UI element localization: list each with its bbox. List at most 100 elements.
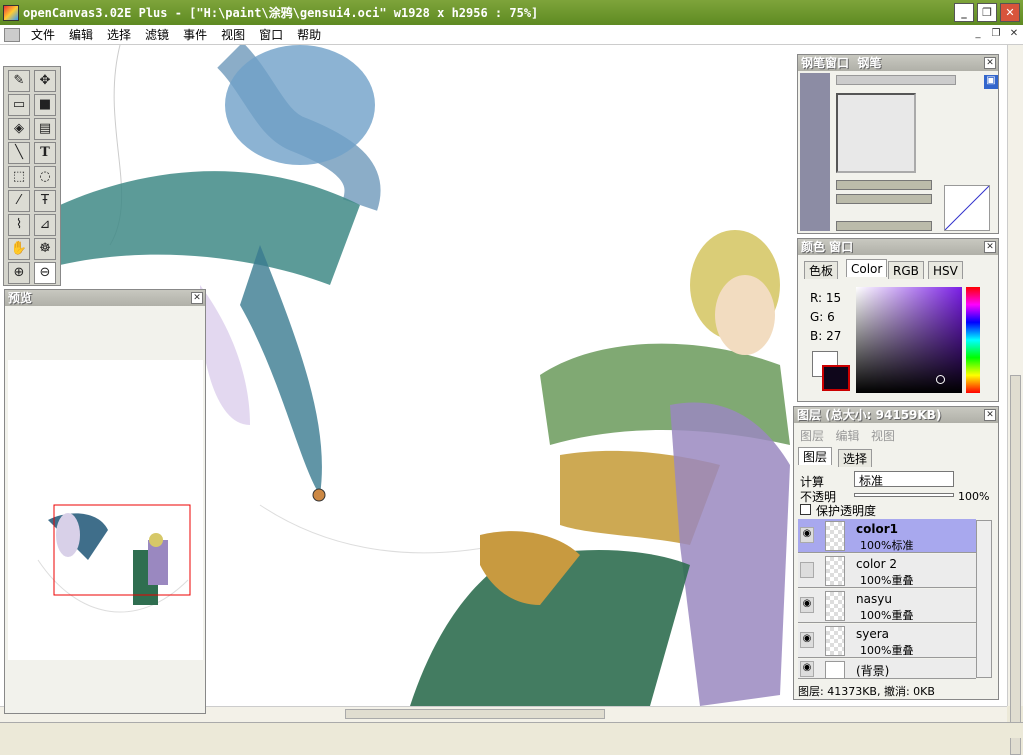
layer-name: (背景) <box>856 664 890 678</box>
rotate-hand-icon[interactable]: ☸ <box>34 238 56 260</box>
doc-minimize-button[interactable]: _ <box>970 27 986 42</box>
layer-row[interactable]: ◉ nasyu 100%重叠 <box>798 589 976 623</box>
close-button[interactable]: ✕ <box>1000 3 1020 22</box>
layers-menu-view[interactable]: 视图 <box>871 429 895 443</box>
maximize-button[interactable]: ❐ <box>977 3 997 22</box>
r-label: R: <box>810 291 823 305</box>
b-label: B: <box>810 329 823 343</box>
menu-view[interactable]: 视图 <box>214 26 252 43</box>
eye-icon[interactable]: ◉ <box>800 527 814 543</box>
eyedropper-icon[interactable]: ⌇ <box>8 214 30 236</box>
pen-subtitle: 钢笔 <box>857 56 882 70</box>
zoom-in-icon[interactable]: ⊕ <box>8 262 30 284</box>
layer-row[interactable]: ◉ (背景) <box>798 659 976 679</box>
doc-restore-button[interactable]: ❐ <box>988 27 1004 42</box>
line-tool-icon[interactable]: ╲ <box>8 142 30 164</box>
protect-transparency-checkbox[interactable] <box>800 504 811 515</box>
layers-scrollbar[interactable] <box>976 520 992 678</box>
menu-filter[interactable]: 滤镜 <box>138 26 176 43</box>
tab-color[interactable]: Color <box>846 259 888 277</box>
text-tool-icon[interactable]: T <box>34 142 56 164</box>
layer-mode: 100%标准 <box>860 539 914 552</box>
preview-image[interactable] <box>8 360 203 660</box>
crop-tool-icon[interactable]: ⊿ <box>34 214 56 236</box>
eye-hidden-icon[interactable] <box>800 562 814 578</box>
tab-rgb[interactable]: RGB <box>888 261 924 279</box>
hue-slider[interactable] <box>966 287 980 393</box>
layer-row[interactable]: ◉ syera 100%重叠 <box>798 624 976 658</box>
hand-tool-icon[interactable]: ✋ <box>8 238 30 260</box>
opacity-slider[interactable] <box>854 493 954 497</box>
layer-row[interactable]: color 2 100%重叠 <box>798 554 976 588</box>
pen-slider-1[interactable] <box>836 180 932 190</box>
zoom-out-icon[interactable]: ⊖ <box>34 262 56 284</box>
menu-window[interactable]: 窗口 <box>252 26 290 43</box>
foreground-color-swatch[interactable] <box>822 365 850 391</box>
color-panel: 颜色 窗口 ✕ 色板 Color RGB HSV R: 15 G: 6 B: 27 <box>797 238 999 402</box>
pen-slider-3[interactable] <box>836 221 932 231</box>
rect-tool-icon[interactable]: ▭ <box>8 94 30 116</box>
eye-icon[interactable]: ◉ <box>800 632 814 648</box>
menu-select[interactable]: 选择 <box>100 26 138 43</box>
eye-icon[interactable]: ◉ <box>800 661 814 677</box>
minimize-button[interactable]: _ <box>954 3 974 22</box>
horizontal-scroll-thumb[interactable] <box>345 709 605 719</box>
bucket-tool-icon[interactable]: ◈ <box>8 118 30 140</box>
blend-mode-select[interactable]: 标准 <box>854 471 954 488</box>
magic-wand-icon[interactable]: ⁄ <box>8 190 30 212</box>
b-readout: B: 27 <box>810 329 841 343</box>
pressure-curve[interactable] <box>944 185 990 231</box>
tool-palette: ✎ ✥ ▭ ■ ◈ ▤ ╲ T ⬚ ◌ ⁄ Ŧ ⌇ ⊿ ✋ ☸ ⊕ ⊖ <box>3 66 61 286</box>
layers-menu-layer[interactable]: 图层 <box>800 429 824 443</box>
title-bar: openCanvas3.02E Plus - ["H:\paint\涂鸦\gen… <box>0 0 1023 25</box>
document-icon[interactable] <box>4 27 20 42</box>
brush-list[interactable] <box>800 73 830 231</box>
layer-name: color1 <box>856 522 898 536</box>
layers-close-icon[interactable]: ✕ <box>984 409 996 421</box>
preview-close-icon[interactable]: ✕ <box>191 292 203 304</box>
layers-menu-edit[interactable]: 编辑 <box>835 429 859 443</box>
gradient-tool-icon[interactable]: ▤ <box>34 118 56 140</box>
tab-selection[interactable]: 选择 <box>838 449 873 467</box>
doc-close-button[interactable]: ✕ <box>1006 27 1022 42</box>
layer-thumbnail <box>825 626 845 656</box>
color-title-bar: 颜色 窗口 ✕ <box>798 239 998 255</box>
protect-transparency-label: 保护透明度 <box>816 504 877 518</box>
menu-help[interactable]: 帮助 <box>290 26 328 43</box>
menu-file[interactable]: 文件 <box>24 26 62 43</box>
fill-rect-tool-icon[interactable]: ■ <box>34 94 56 116</box>
saturation-value-picker[interactable] <box>856 287 962 393</box>
tab-hsv[interactable]: HSV <box>928 261 963 279</box>
vertical-scroll-thumb[interactable] <box>1010 375 1021 755</box>
color-close-icon[interactable]: ✕ <box>984 241 996 253</box>
rect-select-icon[interactable]: ⬚ <box>8 166 30 188</box>
pen-tool-icon[interactable]: ✎ <box>8 70 30 92</box>
pen-title-bar: 钢笔窗口 钢笔 ✕ <box>798 55 998 71</box>
layers-menu: 图层 编辑 视图 <box>800 427 895 444</box>
menu-event[interactable]: 事件 <box>176 26 214 43</box>
brush-size-presets[interactable] <box>836 75 956 85</box>
pen-close-icon[interactable]: ✕ <box>984 57 996 69</box>
app-icon <box>3 4 19 21</box>
menu-edit[interactable]: 编辑 <box>62 26 100 43</box>
layer-thumbnail <box>825 591 845 621</box>
b-value: 27 <box>826 329 842 343</box>
pen-slider-2[interactable] <box>836 194 932 204</box>
layer-thumbnail <box>825 556 845 586</box>
lasso-select-icon[interactable]: ◌ <box>34 166 56 188</box>
tab-swatches[interactable]: 色板 <box>804 261 839 279</box>
save-icon[interactable]: ▣ <box>984 75 998 89</box>
text-select-icon[interactable]: Ŧ <box>34 190 56 212</box>
tab-layers[interactable]: 图层 <box>798 447 833 465</box>
g-readout: G: 6 <box>810 310 835 324</box>
layer-row[interactable]: ◉ color1 100%标准 <box>798 519 976 553</box>
move-tool-icon[interactable]: ✥ <box>34 70 56 92</box>
menu-bar: 文件 编辑 选择 滤镜 事件 视图 窗口 帮助 <box>0 25 1023 45</box>
layer-name: nasyu <box>856 592 892 606</box>
preview-title: 预览 <box>8 291 33 305</box>
eye-icon[interactable]: ◉ <box>800 597 814 613</box>
vertical-scrollbar[interactable] <box>1007 45 1023 755</box>
layer-name: syera <box>856 627 890 641</box>
layer-name: color 2 <box>856 557 897 571</box>
color-title: 颜色 窗口 <box>801 240 854 254</box>
